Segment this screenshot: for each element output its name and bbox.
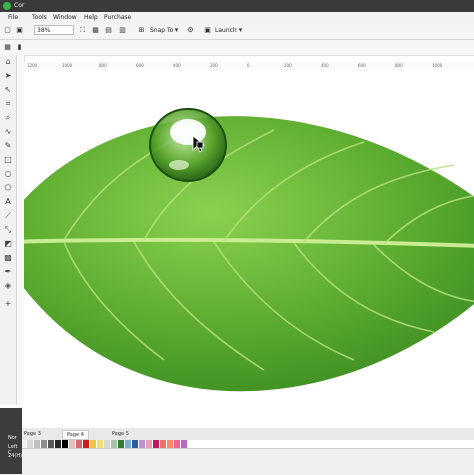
polygon-tool-icon[interactable]: ⬠ [3, 183, 13, 193]
freehand-tool-icon[interactable]: ∿ [3, 127, 13, 137]
zoom-level-dropdown[interactable]: 38% [34, 25, 74, 35]
interactive-fill-icon[interactable]: ◈ [3, 281, 13, 291]
crop-tool-icon[interactable]: ⌗ [3, 99, 13, 109]
full-screen-icon[interactable]: ⛶ [78, 26, 87, 35]
ruler-tick: 1200 [27, 63, 38, 68]
color-swatch[interactable] [132, 440, 139, 448]
ruler-tick: 400 [173, 63, 181, 68]
menu-bar: File Tools Window Help Purchase [0, 12, 474, 23]
ruler-tick: 0 [247, 63, 250, 68]
snap-to-dropdown[interactable]: Snap To [150, 27, 173, 34]
property-bar: ▦ ▮ [0, 40, 474, 56]
home-icon[interactable]: ⌂ [3, 57, 13, 67]
color-swatch[interactable] [83, 440, 90, 448]
menu-tools[interactable]: Tools [32, 14, 47, 21]
color-swatch[interactable] [153, 440, 160, 448]
toolbox: ⌂ ➤ ↖ ⌗ ⌕ ∿ ✎ □ ○ ⬠ A ⟋ ⤡ ◩ ▩ ✒ ◈ + [0, 55, 17, 405]
parallel-dimension-icon[interactable]: ⟋ [3, 211, 13, 221]
color-swatch[interactable] [90, 440, 97, 448]
color-swatch[interactable] [55, 440, 62, 448]
water-droplet [149, 108, 227, 182]
ruler-tick: 400 [321, 63, 329, 68]
leaf-shape [24, 116, 474, 392]
color-swatch[interactable] [167, 440, 174, 448]
drop-shadow-icon[interactable]: ◩ [3, 239, 13, 249]
guidelines-icon[interactable]: ▥ [118, 26, 127, 35]
color-swatch[interactable] [62, 440, 69, 448]
snap-to-icon: ⊞ [138, 26, 145, 34]
ruler-tick: 1000 [62, 63, 73, 68]
new-doc-icon[interactable]: ▢ [3, 26, 12, 35]
color-swatch[interactable] [160, 440, 167, 448]
color-swatch[interactable] [76, 440, 83, 448]
menu-window[interactable]: Window [53, 14, 77, 21]
page-tabs: Page 3 Page 4 Page 5 [0, 428, 474, 440]
status-line-1: Nor [8, 435, 17, 441]
ruler-tick: 800 [99, 63, 107, 68]
page-orientation-icon[interactable]: ▮ [15, 43, 24, 52]
ruler-tick: 800 [395, 63, 403, 68]
shape-tool-icon[interactable]: ↖ [3, 85, 13, 95]
transparency-icon[interactable]: ▩ [3, 253, 13, 263]
pick-tool-icon[interactable]: ➤ [3, 71, 13, 81]
settings-gear-icon[interactable]: ⚙ [186, 26, 195, 35]
app-logo-icon [3, 2, 11, 10]
status-bar [0, 448, 474, 475]
launch-icon: ▣ [204, 26, 211, 34]
title-bar: Cor [0, 0, 474, 12]
ruler-tick: 600 [358, 63, 366, 68]
menu-file[interactable]: File [8, 14, 18, 21]
color-swatch[interactable] [139, 440, 146, 448]
ruler-tick: 600 [136, 63, 144, 68]
chevron-down-icon[interactable]: ▾ [172, 26, 181, 35]
rulers-icon[interactable]: ▤ [104, 26, 113, 35]
zoom-tool-icon[interactable]: ⌕ [3, 113, 13, 123]
color-swatch[interactable] [34, 440, 41, 448]
color-palette [20, 440, 220, 448]
standard-toolbar: ▢ ▣ 38% ⛶ ▦ ▤ ▥ ⊞ Snap To ▾ ⚙ ▣ Launch ▾ [0, 23, 474, 40]
color-swatch[interactable] [118, 440, 125, 448]
drawing-canvas[interactable] [24, 70, 474, 418]
ruler-tick: 200 [210, 63, 218, 68]
window-title: Cor [14, 2, 25, 9]
color-swatch[interactable] [174, 440, 181, 448]
tab-page-4[interactable]: Page 4 [62, 430, 89, 440]
page-size-icon[interactable]: ▦ [3, 43, 12, 52]
tab-page-5[interactable]: Page 5 [108, 430, 133, 438]
ellipse-tool-icon[interactable]: ○ [3, 169, 13, 179]
connector-tool-icon[interactable]: ⤡ [3, 225, 13, 235]
color-swatch[interactable] [104, 440, 111, 448]
menu-help[interactable]: Help [84, 14, 98, 21]
open-icon[interactable]: ▣ [15, 26, 24, 35]
launch-chevron-icon[interactable]: ▾ [236, 26, 245, 35]
color-swatch[interactable] [97, 440, 104, 448]
color-swatch[interactable] [111, 440, 118, 448]
launch-dropdown[interactable]: Launch [215, 27, 237, 34]
eyedropper-icon[interactable]: ✒ [3, 267, 13, 277]
ruler-tick: 200 [284, 63, 292, 68]
color-swatch[interactable] [181, 440, 188, 448]
add-tool-icon[interactable]: + [3, 299, 13, 309]
color-swatch[interactable] [125, 440, 132, 448]
color-swatch[interactable] [41, 440, 48, 448]
menu-purchase[interactable]: Purchase [104, 14, 131, 21]
color-swatch[interactable] [69, 440, 76, 448]
color-swatch[interactable] [146, 440, 153, 448]
status-line-3: 24(H) [8, 453, 23, 459]
ruler-tick: 1000 [432, 63, 443, 68]
text-tool-icon[interactable]: A [3, 197, 13, 207]
tab-page-3[interactable]: Page 3 [20, 430, 45, 438]
leaf-image[interactable] [24, 70, 474, 418]
grid-view-icon[interactable]: ▦ [91, 26, 100, 35]
rectangle-tool-icon[interactable]: □ [3, 155, 13, 165]
artistic-media-icon[interactable]: ✎ [3, 141, 13, 151]
color-swatch[interactable] [27, 440, 34, 448]
status-info-panel: Nor Left C 24(H) [0, 408, 22, 474]
color-swatch[interactable] [48, 440, 55, 448]
